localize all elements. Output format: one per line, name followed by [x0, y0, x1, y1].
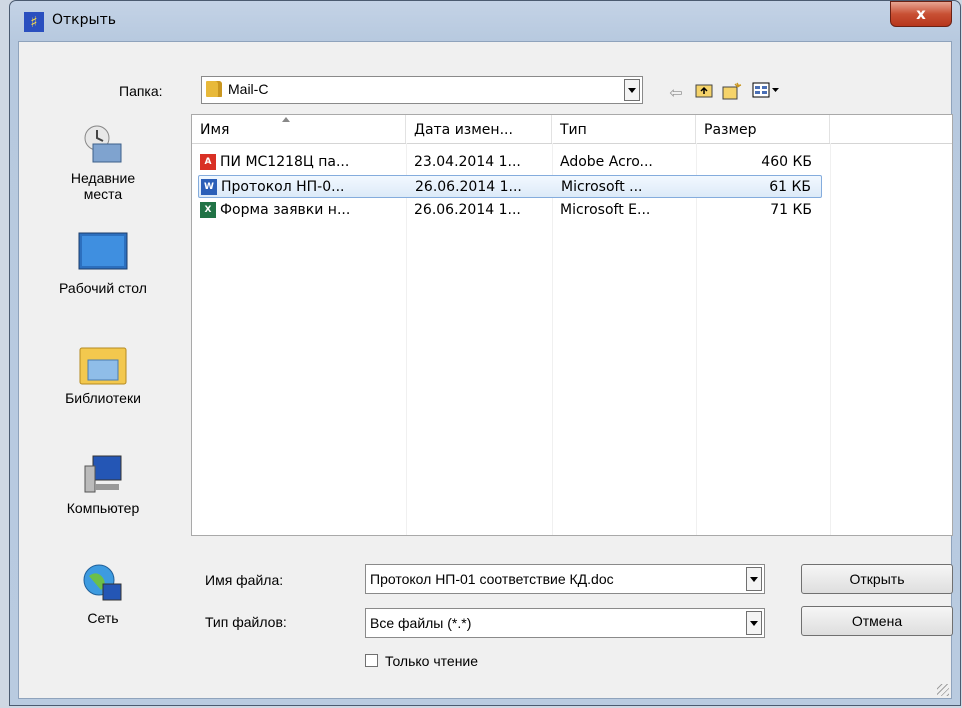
- file-list[interactable]: Имя Дата измен... Тип Размер A ПИ МС1218Ц…: [191, 114, 953, 536]
- place-computer-label: Компьютер: [66, 500, 140, 516]
- up-folder-icon[interactable]: [693, 82, 715, 104]
- places-bar: Недавние места Рабочий стол Библиотеки К…: [19, 114, 187, 674]
- filetype-value: Все файлы (*.*): [370, 615, 472, 631]
- place-desktop[interactable]: Рабочий стол: [19, 232, 187, 296]
- file-name: Форма заявки н...: [220, 202, 351, 218]
- file-name: ПИ МС1218Ц па...: [220, 154, 350, 170]
- file-size: 61 КБ: [769, 179, 811, 195]
- libraries-icon: [78, 342, 128, 386]
- place-recent[interactable]: Недавние места: [19, 122, 187, 202]
- folder-label: Папка:: [119, 83, 163, 99]
- back-icon[interactable]: ⇦: [665, 82, 687, 104]
- network-icon: [81, 562, 125, 606]
- cancel-button[interactable]: Отмена: [801, 606, 953, 636]
- place-computer[interactable]: Компьютер: [19, 452, 187, 516]
- filename-combo[interactable]: Протокол НП-01 соответствие КД.doc: [365, 564, 765, 594]
- place-recent-label: Недавние места: [70, 170, 136, 202]
- excel-file-icon: X: [200, 202, 216, 218]
- file-type: Adobe Acro...: [560, 154, 653, 170]
- new-folder-icon[interactable]: [721, 82, 743, 104]
- column-name[interactable]: Имя: [192, 115, 406, 143]
- place-desktop-label: Рабочий стол: [59, 280, 147, 296]
- view-menu-icon[interactable]: [751, 82, 781, 104]
- filename-label: Имя файла:: [205, 572, 284, 588]
- column-type[interactable]: Тип: [552, 115, 696, 143]
- file-date: 26.06.2014 1...: [414, 202, 521, 218]
- folder-icon: [206, 81, 222, 97]
- title-bar[interactable]: ♯ Открыть x: [10, 1, 960, 41]
- file-date: 26.06.2014 1...: [415, 179, 522, 195]
- chevron-down-icon[interactable]: [746, 611, 762, 635]
- open-button[interactable]: Открыть: [801, 564, 953, 594]
- dialog-title: Открыть: [52, 12, 116, 28]
- file-row[interactable]: A ПИ МС1218Ц па... 23.04.2014 1... Adobe Ac…: [198, 151, 822, 174]
- file-date: 23.04.2014 1...: [414, 154, 521, 170]
- file-size: 71 КБ: [770, 202, 812, 218]
- resize-grip[interactable]: [937, 684, 949, 696]
- close-button[interactable]: x: [890, 1, 952, 27]
- file-type: Microsoft ...: [561, 179, 643, 195]
- column-date[interactable]: Дата измен...: [406, 115, 552, 143]
- file-size: 460 КБ: [761, 154, 812, 170]
- word-file-icon: W: [201, 179, 217, 195]
- filetype-label: Тип файлов:: [205, 614, 287, 630]
- pdf-file-icon: A: [200, 154, 216, 170]
- recent-places-icon: [81, 122, 125, 166]
- file-type: Microsoft E...: [560, 202, 651, 218]
- place-network[interactable]: Сеть: [19, 562, 187, 626]
- filetype-combo[interactable]: Все файлы (*.*): [365, 608, 765, 638]
- file-list-header: Имя Дата измен... Тип Размер: [192, 115, 952, 144]
- place-libraries-label: Библиотеки: [65, 390, 141, 406]
- desktop-icon: [78, 232, 128, 276]
- file-row[interactable]: X Форма заявки н... 26.06.2014 1... Microso…: [198, 199, 822, 222]
- filename-value: Протокол НП-01 соответствие КД.doc: [370, 571, 614, 587]
- computer-icon: [81, 452, 125, 496]
- folder-value: Mail-C: [228, 81, 269, 97]
- readonly-label: Только чтение: [385, 653, 479, 669]
- chevron-down-icon[interactable]: [746, 567, 762, 591]
- readonly-checkbox[interactable]: [365, 654, 378, 667]
- folder-combo[interactable]: Mail-C: [201, 76, 643, 104]
- chevron-down-icon[interactable]: [624, 79, 640, 101]
- dialog-client: Папка: Mail-C ⇦ Недавние места Рабочий с…: [18, 41, 953, 699]
- place-libraries[interactable]: Библиотеки: [19, 342, 187, 406]
- app-icon: ♯: [24, 12, 44, 32]
- file-row[interactable]: W Протокол НП-0... 26.06.2014 1... Microsof…: [198, 175, 822, 198]
- open-dialog: ♯ Открыть x Папка: Mail-C ⇦ Недавние мес…: [9, 0, 961, 706]
- column-size[interactable]: Размер: [696, 115, 830, 143]
- place-network-label: Сеть: [87, 610, 119, 626]
- sort-ascending-icon: [282, 117, 290, 122]
- file-name: Протокол НП-0...: [221, 179, 345, 195]
